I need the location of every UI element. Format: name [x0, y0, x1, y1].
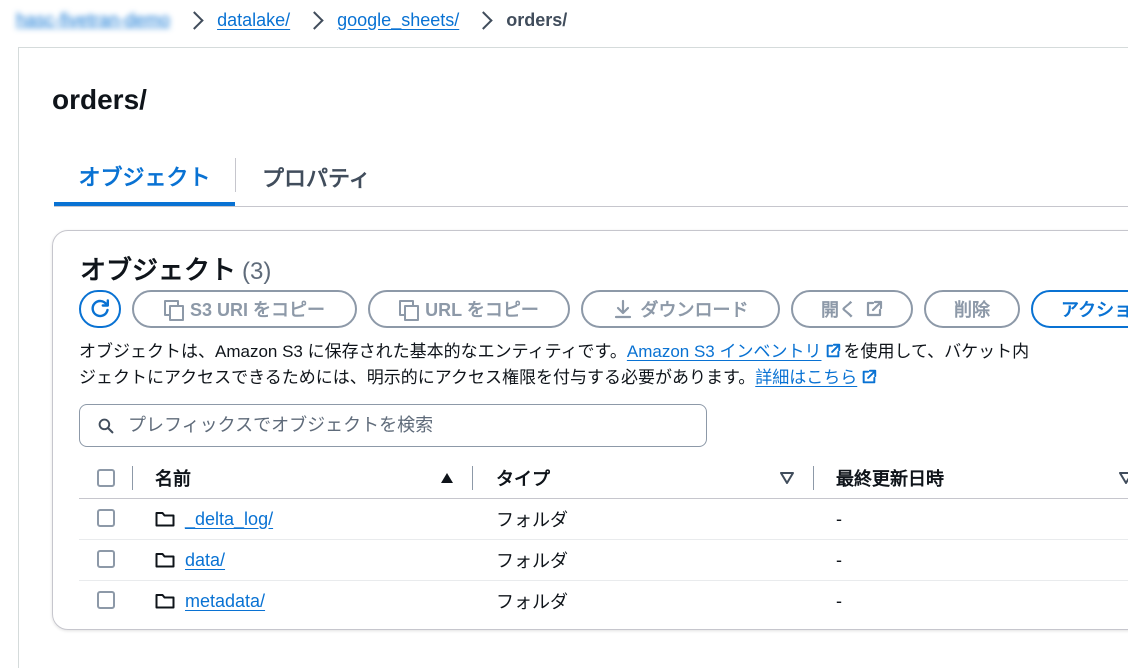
open-label: 開く: [821, 300, 857, 320]
object-count: (3): [242, 258, 272, 285]
external-link-icon: [827, 343, 841, 358]
breadcrumb-google-sheets-link[interactable]: google_sheets/: [337, 10, 459, 31]
search-box: [79, 404, 707, 447]
name-cell: data/: [155, 540, 225, 580]
refresh-button[interactable]: [79, 290, 121, 328]
delete-label: 削除: [954, 300, 990, 320]
external-link-icon: [862, 369, 877, 384]
copy-url-label: URL をコピー: [425, 300, 539, 320]
copy-s3-uri-button[interactable]: S3 URI をコピー: [132, 290, 357, 328]
folder-link[interactable]: data/: [185, 550, 225, 571]
name-cell: _delta_log/: [155, 499, 273, 539]
inventory-link[interactable]: Amazon S3 インベントリ: [627, 342, 822, 361]
type-cell: フォルダ: [496, 551, 568, 571]
breadcrumb-datalake-link[interactable]: datalake/: [217, 10, 290, 31]
open-button[interactable]: 開く: [791, 290, 913, 328]
row-checkbox[interactable]: [97, 550, 115, 568]
chevron-right-icon: [474, 10, 493, 30]
description-text: を使用して、バケット内: [843, 342, 1030, 361]
last-modified-cell: -: [836, 549, 842, 570]
column-divider: [472, 466, 473, 490]
refresh-icon: [91, 299, 109, 318]
type-cell: フォルダ: [496, 510, 568, 530]
panel-title: オブジェクト (3): [80, 250, 271, 287]
tab-divider: [235, 158, 236, 192]
download-label: ダウンロード: [640, 300, 749, 320]
external-link-icon: [866, 300, 883, 317]
column-divider: [813, 466, 814, 490]
column-divider: [132, 466, 133, 490]
tab-objects[interactable]: オブジェクト: [54, 150, 235, 206]
copy-icon: [163, 300, 184, 321]
description: オブジェクトは、Amazon S3 に保存された基本的なエンティティです。Ama…: [79, 339, 1128, 391]
download-button[interactable]: ダウンロード: [581, 290, 780, 328]
description-line-2: ジェクトにアクセスできるためには、明示的にアクセス権限を付与する必要があります。…: [79, 365, 1128, 391]
sort-icon[interactable]: [780, 472, 794, 484]
description-line-1: オブジェクトは、Amazon S3 に保存された基本的なエンティティです。Ama…: [79, 339, 1128, 365]
row-checkbox[interactable]: [97, 591, 115, 609]
table-row[interactable]: _delta_log/ フォルダ -: [79, 499, 1128, 540]
learn-more-link[interactable]: 詳細はこちら: [755, 368, 857, 387]
chevron-right-icon: [305, 10, 324, 30]
table-row[interactable]: data/ フォルダ -: [79, 540, 1128, 581]
folder-icon: [155, 594, 175, 609]
column-header-type[interactable]: タイプ: [496, 458, 550, 498]
select-all-checkbox[interactable]: [97, 469, 115, 487]
breadcrumb-bucket-link[interactable]: hasc-fivetran-demo: [16, 10, 170, 31]
last-modified-cell: -: [836, 590, 842, 611]
sort-icon[interactable]: [1119, 472, 1128, 484]
folder-icon: [155, 553, 175, 568]
download-icon: [614, 299, 631, 319]
table-header: 名前 タイプ 最終更新日時: [79, 458, 1128, 499]
actions-button[interactable]: アクショ: [1031, 290, 1128, 328]
copy-s3-uri-label: S3 URI をコピー: [189, 300, 326, 320]
copy-url-button[interactable]: URL をコピー: [368, 290, 570, 328]
name-cell: metadata/: [155, 581, 265, 621]
search-input[interactable]: [126, 414, 670, 437]
breadcrumb-current: orders/: [506, 9, 568, 30]
page-title: orders/: [52, 84, 147, 115]
chevron-right-icon: [185, 10, 204, 30]
actions-label: アクショ: [1061, 300, 1128, 320]
tab-bar: オブジェクト プロパティ: [54, 150, 1128, 207]
tab-properties[interactable]: プロパティ: [262, 150, 371, 204]
last-modified-cell: -: [836, 508, 842, 529]
search-icon: [98, 418, 114, 433]
copy-icon: [399, 300, 420, 321]
description-text: オブジェクトは、Amazon S3 に保存された基本的なエンティティです。: [79, 342, 627, 361]
sort-ascending-icon[interactable]: [440, 472, 454, 484]
table-row[interactable]: metadata/ フォルダ -: [79, 581, 1128, 621]
column-header-last-modified[interactable]: 最終更新日時: [836, 458, 944, 498]
breadcrumb: hasc-fivetran-demo datalake/ google_shee…: [16, 6, 567, 34]
folder-icon: [155, 512, 175, 527]
description-text: ジェクトにアクセスできるためには、明示的にアクセス権限を付与する必要があります。: [79, 368, 756, 387]
type-cell: フォルダ: [496, 592, 568, 612]
delete-button[interactable]: 削除: [924, 290, 1020, 328]
panel-title-text: オブジェクト: [80, 255, 237, 285]
row-checkbox[interactable]: [97, 509, 115, 527]
folder-link[interactable]: metadata/: [185, 591, 265, 612]
folder-link[interactable]: _delta_log/: [185, 509, 273, 530]
column-header-name[interactable]: 名前: [155, 458, 191, 498]
